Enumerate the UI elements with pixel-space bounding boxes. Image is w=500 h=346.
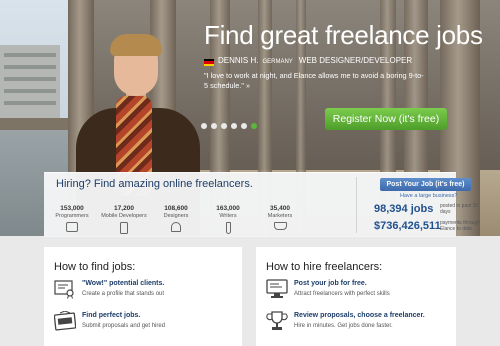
carousel-dot-5[interactable] (241, 123, 247, 129)
hired-sign-icon (54, 311, 76, 331)
panel-title: How to hire freelancers: (266, 261, 383, 273)
find-step-jobs: Find perfect jobs. Submit proposals and … (54, 311, 240, 337)
freelancer-country: GERMANY (262, 59, 293, 65)
category-programmers[interactable]: 153,000 Programmers (48, 205, 96, 232)
register-button[interactable]: Register Now (it's free) (325, 108, 447, 130)
category-count: 35,400 (270, 205, 290, 212)
step-title: "Wow!" potential clients. (82, 280, 165, 287)
carousel-dot-2[interactable] (211, 123, 217, 129)
category-label: Marketers (267, 213, 293, 219)
category-count: 17,200 (114, 205, 134, 212)
certificate-icon (54, 280, 74, 299)
step-title: Review proposals, choose a freelancer. (294, 312, 425, 319)
programmer-icon (66, 222, 78, 232)
freelancer-hair (110, 34, 162, 56)
carousel-dots (201, 116, 261, 134)
panel-title: How to find jobs: (54, 261, 136, 273)
category-writers[interactable]: 163,000 Writers (204, 205, 252, 234)
hiring-section: Hiring? Find amazing online freelancers.… (44, 172, 480, 237)
trophy-icon (266, 311, 288, 330)
carousel-dot-1[interactable] (201, 123, 207, 129)
payments-caption: payments through Elance to date (440, 220, 481, 232)
writer-icon (225, 222, 231, 234)
step-description: Create a profile that stands out (82, 291, 165, 297)
post-job-button[interactable]: Post Your Job (it's free) (380, 178, 471, 191)
marketer-icon (273, 222, 287, 230)
category-mobile-developers[interactable]: 17,200 Mobile Developers (100, 205, 148, 234)
category-designers[interactable]: 108,600 Designers (152, 205, 200, 232)
category-marketers[interactable]: 35,400 Marketers (256, 205, 304, 230)
freelancer-quote[interactable]: "I love to work at night, and Elance all… (204, 71, 424, 91)
hiring-divider (356, 177, 357, 233)
step-description: Hire in minutes. Get jobs done faster. (294, 323, 393, 329)
category-count: 163,000 (216, 205, 240, 212)
step-title: Find perfect jobs. (82, 312, 141, 319)
germany-flag-icon (204, 59, 214, 66)
step-description: Attract freelancers with perfect skills (294, 291, 390, 297)
jobs-posted-caption: posted in past 30 days (440, 203, 479, 215)
how-to-find-jobs-panel: How to find jobs: "Wow!" potential clien… (44, 247, 242, 346)
hire-step-post: Post your job for free. Attract freelanc… (266, 279, 452, 305)
payments-amount: $736,426,511 (374, 220, 441, 232)
carousel-dot-4[interactable] (231, 123, 237, 129)
step-title: Post your job for free. (294, 280, 367, 287)
how-to-hire-panel: How to hire freelancers: Post your job f… (256, 247, 456, 346)
mobile-icon (120, 222, 128, 234)
carousel-dot-6[interactable] (251, 123, 257, 129)
category-label: Writers (219, 213, 237, 219)
category-count: 108,600 (164, 205, 188, 212)
carousel-dot-3[interactable] (221, 123, 227, 129)
large-business-link[interactable]: Have a large business? (400, 193, 457, 199)
freelancer-name: DENNIS H. (218, 56, 259, 65)
designer-icon (171, 222, 181, 232)
freelancer-credit: DENNIS H. GERMANY WEB DESIGNER/DEVELOPER (218, 56, 412, 65)
hero-headline: Find great freelance jobs (204, 20, 483, 50)
step-description: Submit proposals and get hired (82, 323, 166, 329)
hiring-title: Hiring? Find amazing online freelancers. (56, 178, 253, 190)
hero-background-building (0, 45, 60, 120)
category-label: Mobile Developers (101, 213, 147, 219)
hire-step-review: Review proposals, choose a freelancer. H… (266, 311, 452, 337)
monitor-icon (266, 279, 288, 298)
category-label: Designers (163, 213, 189, 219)
category-label: Programmers (55, 213, 89, 219)
category-count: 153,000 (60, 205, 84, 212)
freelancer-role: WEB DESIGNER/DEVELOPER (298, 56, 413, 65)
find-step-profile: "Wow!" potential clients. Create a profi… (54, 279, 240, 305)
jobs-posted-count: 98,394 jobs (374, 203, 434, 215)
